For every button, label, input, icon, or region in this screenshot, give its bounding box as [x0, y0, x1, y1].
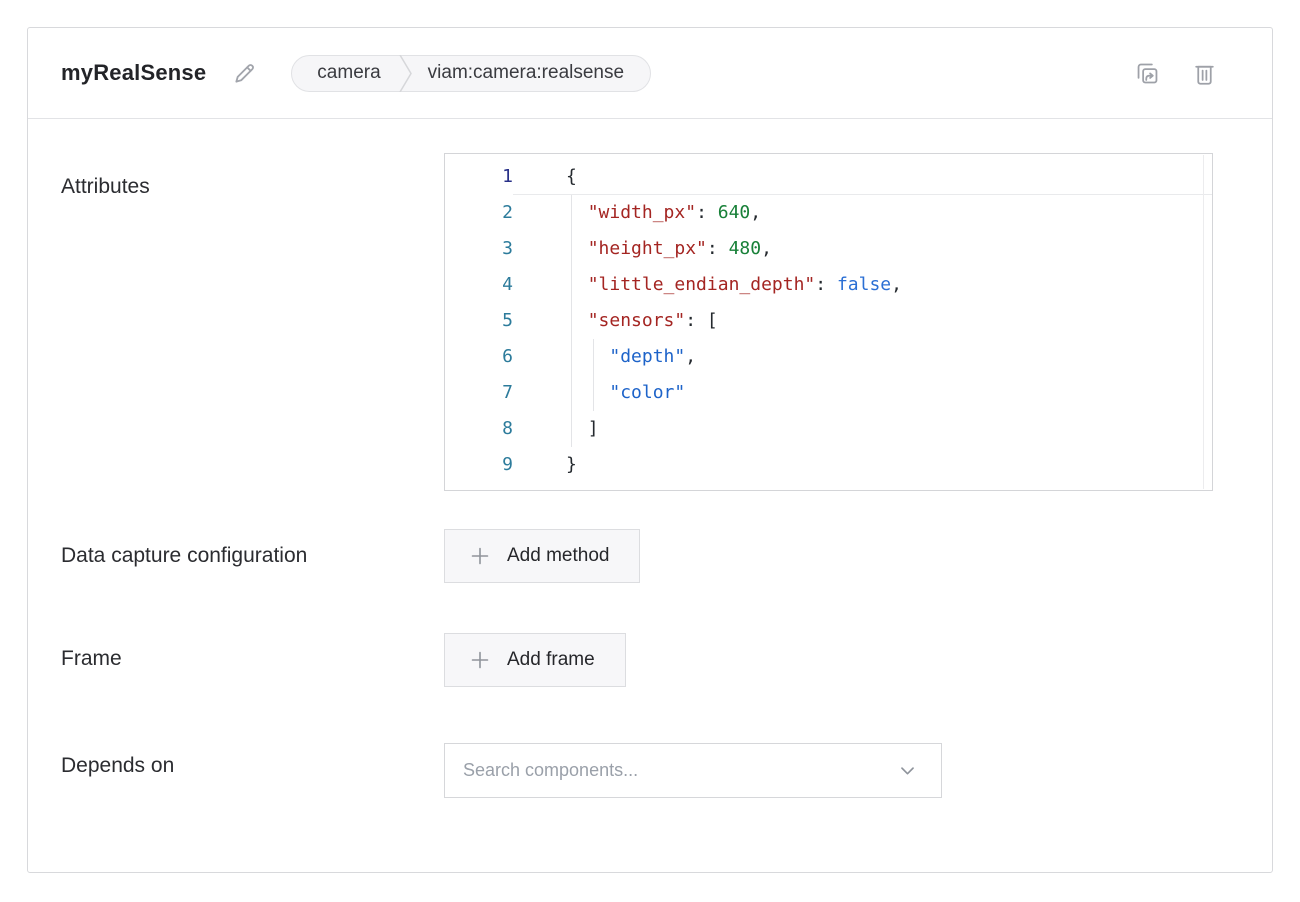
- add-method-button[interactable]: Add method: [444, 529, 640, 583]
- code-line: 6 "depth",: [445, 339, 1212, 375]
- depends-on-select[interactable]: Search components...: [444, 743, 942, 798]
- indent-guide: [571, 195, 572, 447]
- data-capture-row: Data capture configuration Add method: [28, 529, 1272, 583]
- plus-icon: [470, 650, 490, 670]
- indent-guide: [593, 339, 594, 411]
- depends-on-label: Depends on: [28, 743, 444, 798]
- frame-row: Frame Add frame: [28, 633, 1272, 687]
- duplicate-icon: [1135, 61, 1160, 86]
- line-number: 6: [445, 339, 513, 375]
- code-line: 3 "height_px": 480,: [445, 231, 1212, 267]
- component-config-card: myRealSense camera viam:camera:realsense: [27, 27, 1273, 873]
- code-line: 8 ]: [445, 411, 1212, 447]
- add-frame-button[interactable]: Add frame: [444, 633, 626, 687]
- card-body: Attributes 1{2 "width_px": 640,3 "height…: [28, 153, 1272, 798]
- delete-button[interactable]: [1193, 61, 1216, 86]
- code-line: 7 "color": [445, 375, 1212, 411]
- duplicate-button[interactable]: [1135, 61, 1160, 86]
- code-line: 4 "little_endian_depth": false,: [445, 267, 1212, 303]
- line-number: 8: [445, 411, 513, 447]
- rename-button[interactable]: [233, 62, 256, 85]
- card-header: myRealSense camera viam:camera:realsense: [28, 28, 1272, 119]
- code-line: 5 "sensors": [: [445, 303, 1212, 339]
- component-type-badge: camera viam:camera:realsense: [291, 55, 651, 92]
- breadcrumb-chevron-icon: [399, 55, 412, 92]
- component-model: viam:camera:realsense: [412, 62, 650, 84]
- code-line: 1{: [445, 159, 1212, 195]
- editor-scrollbar[interactable]: [1203, 155, 1204, 489]
- pencil-icon: [233, 62, 256, 85]
- attributes-json-editor[interactable]: 1{2 "width_px": 640,3 "height_px": 480,4…: [444, 153, 1213, 491]
- plus-icon: [470, 546, 490, 566]
- data-capture-label: Data capture configuration: [28, 529, 444, 583]
- card-actions: [1135, 61, 1216, 86]
- attributes-label: Attributes: [28, 153, 444, 491]
- depends-on-placeholder: Search components...: [463, 760, 898, 781]
- component-name: myRealSense: [61, 60, 206, 86]
- attributes-code-lines: 1{2 "width_px": 640,3 "height_px": 480,4…: [445, 154, 1212, 483]
- line-number: 3: [445, 231, 513, 267]
- component-type: camera: [292, 62, 398, 84]
- depends-on-row: Depends on Search components...: [28, 743, 1272, 798]
- trash-icon: [1193, 61, 1216, 86]
- line-number: 4: [445, 267, 513, 303]
- line-number: 2: [445, 195, 513, 231]
- code-line: 2 "width_px": 640,: [445, 195, 1212, 231]
- chevron-down-icon: [898, 761, 917, 780]
- line-number: 1: [445, 159, 513, 195]
- code-line: 9}: [445, 447, 1212, 483]
- attributes-row: Attributes 1{2 "width_px": 640,3 "height…: [28, 153, 1272, 491]
- line-number: 7: [445, 375, 513, 411]
- frame-label: Frame: [28, 633, 444, 687]
- line-number: 9: [445, 447, 513, 483]
- line-number: 5: [445, 303, 513, 339]
